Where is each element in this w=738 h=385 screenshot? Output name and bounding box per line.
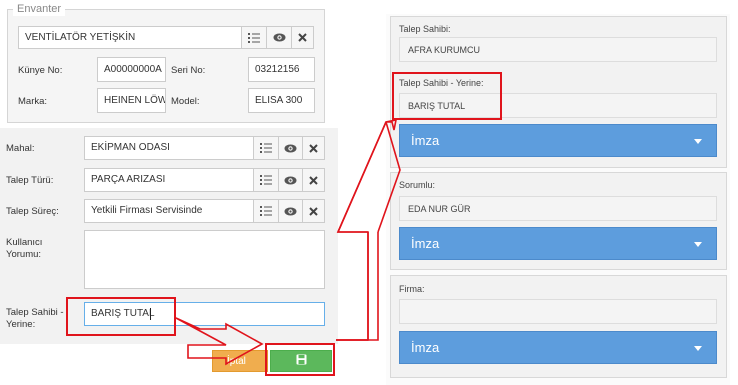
annotation-arrows xyxy=(175,118,401,366)
annotation-arrow-left-to-save xyxy=(175,317,264,366)
annotation-arrow-save-to-right xyxy=(336,118,398,341)
